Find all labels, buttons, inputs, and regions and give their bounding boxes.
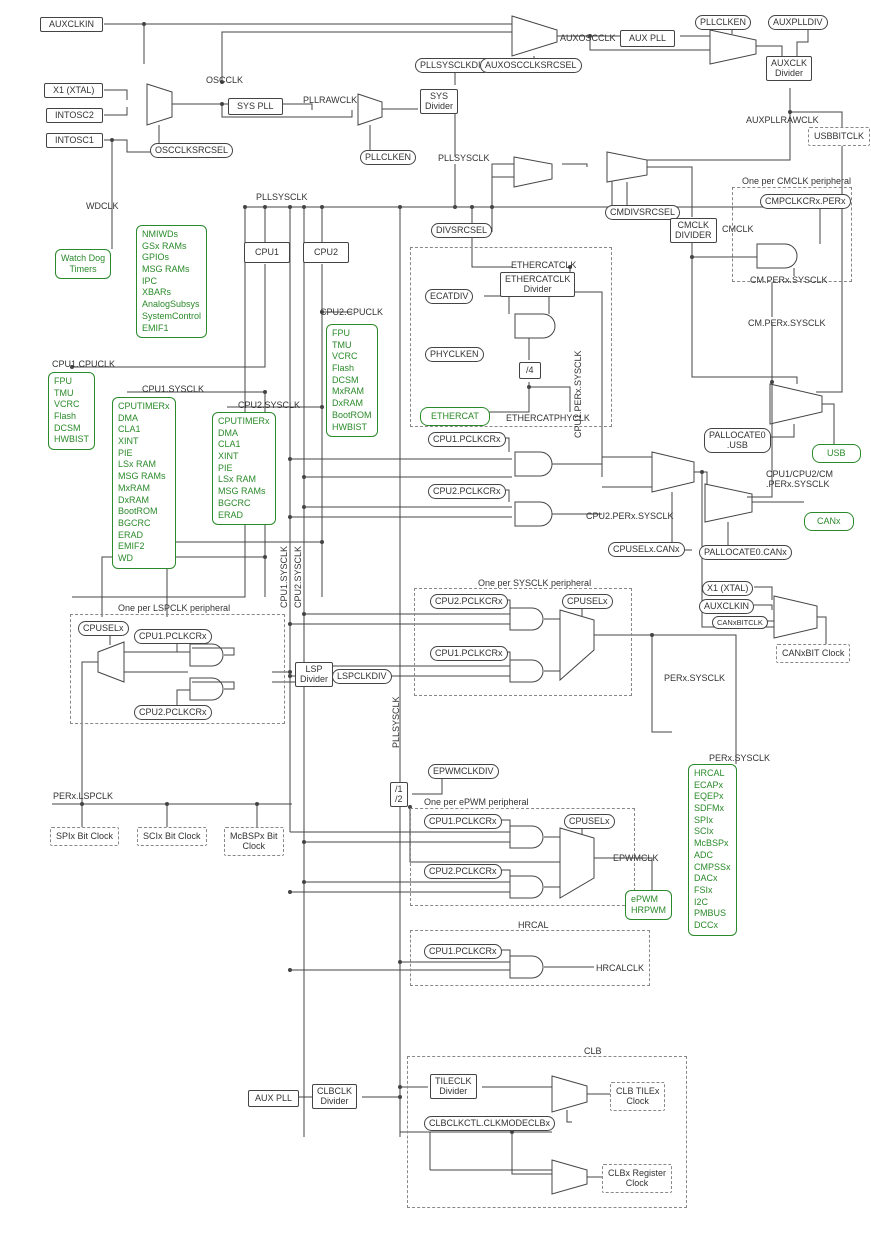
block-cpu2-sysclk-group: CPUTIMERx DMA CLA1 XINT PIE LSx RAM MSG … (212, 412, 276, 525)
label-pllsysclk-bus: PLLSYSCLK (252, 191, 312, 204)
block-div4: /4 (519, 362, 541, 379)
label-cpu2-pclkcrx-e: CPU2.PCLKCRx (424, 864, 502, 879)
label-cpu1-pclkcrx-h: CPU1.PCLKCRx (424, 944, 502, 959)
block-epwm-hrpwm: ePWM HRPWM (625, 890, 672, 920)
block-lsp-divider: LSP Divider (295, 662, 333, 687)
label-pllsysclk: PLLSYSCLK (434, 152, 494, 165)
label-cpu12cm-perx: CPU1/CPU2/CM .PERx.SYSCLK (762, 468, 837, 491)
label-cpu2-sysclk: CPU2.SYSCLK (234, 399, 304, 412)
label-perx-sysclk-2: PERx.SYSCLK (705, 752, 774, 765)
block-cpu1: CPU1 (244, 242, 290, 263)
block-sys-divider: SYS Divider (420, 89, 458, 114)
block-sys-pll: SYS PLL (228, 98, 283, 115)
label-one-per-cmclk: One per CMCLK peripheral (738, 175, 855, 188)
label-cpu2-sysclk-v: CPU2.SYSCLK (292, 542, 305, 612)
label-oscclk: OSCCLK (202, 74, 247, 87)
label-cpu1-pclkcrx-lsp: CPU1.PCLKCRx (134, 629, 212, 644)
label-cmdivsrcsel: CMDIVSRCSEL (605, 205, 680, 220)
label-cpuselx-canx: CPUSELx.CANx (608, 542, 685, 557)
label-cm-perx-sysclk-2: CM.PERx.SYSCLK (744, 317, 830, 330)
label-auxplldiv: AUXPLLDIV (768, 15, 828, 30)
label-cm-perx-sysclk: CM.PERx.SYSCLK (746, 274, 832, 287)
label-cpuselx-e: CPUSELx (564, 814, 615, 829)
label-mcbspx-bitclock: McBSPx Bit Clock (224, 827, 284, 856)
label-one-per-epwm: One per ePWM peripheral (420, 796, 533, 809)
label-one-per-sysclk: One per SYSCLK peripheral (474, 577, 595, 590)
block-cpu2: CPU2 (303, 242, 349, 263)
label-cpuselx-s: CPUSELx (562, 594, 613, 609)
label-clb: CLB (580, 1045, 606, 1058)
block-clbclk-divider: CLBCLK Divider (312, 1084, 357, 1109)
block-div12: /1 /2 (390, 782, 408, 807)
label-cpuselx-lsp: CPUSELx (78, 621, 129, 636)
label-spix-bitclock: SPIx Bit Clock (50, 827, 119, 846)
block-usb: USB (812, 444, 861, 463)
block-ethercat: ETHERCAT (420, 407, 490, 426)
label-pllrawclk: PLLRAWCLK (299, 94, 361, 107)
source-auxclkin: AUXCLKIN (40, 17, 103, 32)
label-epwmclkdiv: EPWMCLKDIV (428, 764, 499, 779)
label-cpu1-sysclk-v: CPU1.SYSCLK (278, 542, 291, 612)
label-one-per-lspclk: One per LSPCLK peripheral (114, 602, 234, 615)
label-cpu1-pclkcrx-e: CPU1.PCLKCRx (424, 814, 502, 829)
label-cpu2-perx-sysclk: CPU2.PERx.SYSCLK (582, 510, 678, 523)
label-pllsysclk-v: PLLSYSCLK (390, 692, 403, 752)
label-clbclkctl: CLBCLKCTL.CLKMODECLBx (424, 1116, 555, 1131)
label-cpu1-pclkcrx-s: CPU1.PCLKCRx (430, 646, 508, 661)
block-auxclk-divider: AUXCLK Divider (766, 56, 812, 81)
label-cpu2-cpuclk: CPU2.CPUCLK (316, 306, 387, 319)
label-cpu2-pclkcrx-a: CPU2.PCLKCRx (428, 484, 506, 499)
label-usbbitclk: USBBITCLK (808, 127, 870, 146)
label-oscclksrcsel: OSCCLKSRCSEL (150, 143, 233, 158)
label-divsrcsel: DIVSRCSEL (431, 223, 492, 238)
label-cpu1-sysclk: CPU1.SYSCLK (138, 383, 208, 396)
block-perx-list: HRCAL ECAPx EQEPx SDFMx SPIx SCIx McBSPx… (688, 764, 737, 936)
label-cpu2-pclkcrx-s: CPU2.PCLKCRx (430, 594, 508, 609)
label-cpu1-perx-sysclk: CPU1.PERx.SYSCLK (572, 346, 585, 442)
label-clbx-register-clock: CLBx Register Clock (602, 1164, 672, 1193)
label-auxoscclksrcsel: AUXOSCCLKSRCSEL (480, 58, 582, 73)
block-cpu1-sysclk-group: CPUTIMERx DMA CLA1 XINT PIE LSx RAM MSG … (112, 397, 176, 569)
label-pallocate-usb: PALLOCATE0 .USB (704, 428, 771, 453)
label-cpu2-pclkcrx-lsp: CPU2.PCLKCRx (134, 705, 212, 720)
label-scix-bitclock: SCIx Bit Clock (137, 827, 207, 846)
label-lspclkdiv: LSPCLKDIV (332, 669, 392, 684)
source-intosc2: INTOSC2 (46, 108, 103, 123)
label-x1-xtal-2: X1 (XTAL) (702, 581, 753, 596)
source-x1-xtal: X1 (XTAL) (44, 83, 103, 98)
label-wdclk: WDCLK (82, 200, 123, 213)
label-pallocate-canx: PALLOCATE0.CANx (699, 545, 792, 560)
label-phyclken: PHYCLKEN (425, 347, 484, 362)
label-epwmclk: EPWMCLK (609, 852, 663, 865)
label-perx-lspclk: PERx.LSPCLK (49, 790, 117, 803)
block-cpu2-cpuclk-group: FPU TMU VCRC Flash DCSM MxRAM DxRAM Boot… (326, 324, 378, 437)
label-perx-sysclk-1: PERx.SYSCLK (660, 672, 729, 685)
label-canxbitclk: CANxBITCLK (712, 616, 768, 629)
block-aux-pll: AUX PLL (620, 30, 675, 47)
label-auxclkin-2: AUXCLKIN (699, 599, 754, 614)
label-cpu1-pclkcrx-a: CPU1.PCLKCRx (428, 432, 506, 447)
block-tileclk-divider: TILECLK Divider (430, 1074, 477, 1099)
label-auxpllrawclk: AUXPLLRAWCLK (742, 114, 823, 127)
block-canx: CANx (804, 512, 854, 531)
label-ethercatclk: ETHERCATCLK (507, 259, 580, 272)
source-intosc1: INTOSC1 (46, 133, 103, 148)
block-watchdog-timers: Watch Dog Timers (55, 249, 111, 279)
label-ecatdiv: ECATDIV (425, 289, 473, 304)
block-nmi-group: NMIWDs GSx RAMs GPIOs MSG RAMs IPC XBARs… (136, 225, 207, 338)
block-aux-pll-2: AUX PLL (248, 1090, 299, 1107)
label-pllclken-left: PLLCLKEN (360, 150, 416, 165)
label-clb-tilex-clock: CLB TILEx Clock (610, 1082, 665, 1111)
label-hrcalclk: HRCALCLK (592, 962, 648, 975)
label-cmpclkcrx: CMPCLKCRx.PERx (760, 194, 851, 209)
label-cpu1-cpuclk: CPU1.CPUCLK (48, 358, 119, 371)
block-cpu1-cpuclk-group: FPU TMU VCRC Flash DCSM HWBIST (48, 372, 95, 450)
label-pllclken-right: PLLCLKEN (695, 15, 751, 30)
label-auxoscclk: AUXOSCCLK (556, 32, 620, 45)
block-cmclk-divider: CMCLK DIVIDER (670, 218, 717, 243)
label-hrcal: HRCAL (514, 919, 553, 932)
block-ethercatclk-divider: ETHERCATCLK Divider (500, 272, 575, 297)
label-canxbit-clock: CANxBIT Clock (776, 644, 850, 663)
